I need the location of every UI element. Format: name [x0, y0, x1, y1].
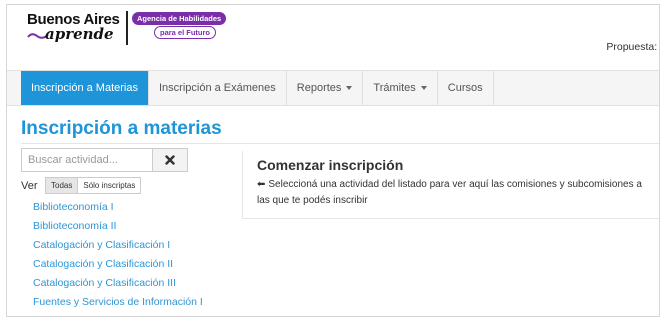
nav-label: Cursos: [447, 82, 483, 94]
arrow-left-icon: ⬅: [257, 179, 266, 190]
logo-line2: aprende: [45, 25, 114, 43]
nav-label: Inscripción a Materias: [31, 82, 138, 94]
search-group: [21, 148, 188, 172]
nav-label: Trámites: [373, 82, 416, 94]
filter-todas-button[interactable]: Todas: [45, 177, 79, 194]
main-navbar: Inscripción a Materias Inscripción a Exá…: [7, 70, 659, 106]
title-divider: [21, 143, 659, 144]
agency-line2: para el Futuro: [154, 26, 217, 39]
nav-label: Reportes: [296, 82, 342, 94]
filter-solo-inscriptas-button[interactable]: Sólo inscriptas: [78, 177, 142, 194]
page-title: Inscripción a materias: [21, 118, 222, 139]
nav-tramites[interactable]: Trámites: [363, 71, 438, 105]
nav-inscripcion-materias[interactable]: Inscripción a Materias: [21, 71, 149, 105]
logo-divider: [126, 11, 128, 45]
clear-search-button[interactable]: [153, 148, 188, 172]
activity-item[interactable]: Biblioteconomía I: [33, 198, 203, 217]
search-input[interactable]: [21, 148, 153, 172]
nav-reportes[interactable]: Reportes: [287, 71, 364, 105]
filter-toggle-group: Todas Sólo inscriptas: [45, 177, 142, 194]
activity-item[interactable]: Biblioteconomía II: [33, 217, 203, 236]
nav-cursos[interactable]: Cursos: [438, 71, 494, 105]
panel-description-text: Seleccioná una actividad del listado par…: [257, 179, 642, 206]
propuesta-label[interactable]: Propuesta: I: [606, 41, 659, 53]
agency-logo: Agencia de Habilidades para el Futuro: [132, 12, 227, 39]
close-icon: [165, 155, 175, 165]
buenos-aires-aprende-logo[interactable]: Buenos Aires aprende: [27, 11, 127, 45]
panel-heading: Comenzar inscripción: [257, 157, 404, 173]
chevron-down-icon: [346, 86, 353, 91]
agency-line1: Agencia de Habilidades: [132, 12, 227, 25]
filter-label: Ver: [21, 180, 38, 192]
activity-item[interactable]: Catalogación y Clasificación I: [33, 236, 203, 255]
nav-label: Inscripción a Exámenes: [159, 82, 276, 94]
activity-item[interactable]: Fuentes y Servicios de Información I: [33, 293, 203, 312]
inscription-panel: Comenzar inscripción ⬅ Seleccioná una act…: [242, 151, 659, 219]
panel-description: ⬅ Seleccioná una actividad del listado pa…: [257, 177, 657, 209]
activity-item[interactable]: Catalogación y Clasificación II: [33, 255, 203, 274]
activity-list: Biblioteconomía I Biblioteconomía II Cat…: [33, 198, 203, 312]
nav-list: Inscripción a Materias Inscripción a Exá…: [21, 71, 494, 105]
page-frame: Buenos Aires aprende Agencia de Habilida…: [6, 4, 660, 317]
activity-item[interactable]: Catalogación y Clasificación III: [33, 274, 203, 293]
nav-inscripcion-examenes[interactable]: Inscripción a Exámenes: [149, 71, 287, 105]
chevron-down-icon: [420, 86, 427, 91]
